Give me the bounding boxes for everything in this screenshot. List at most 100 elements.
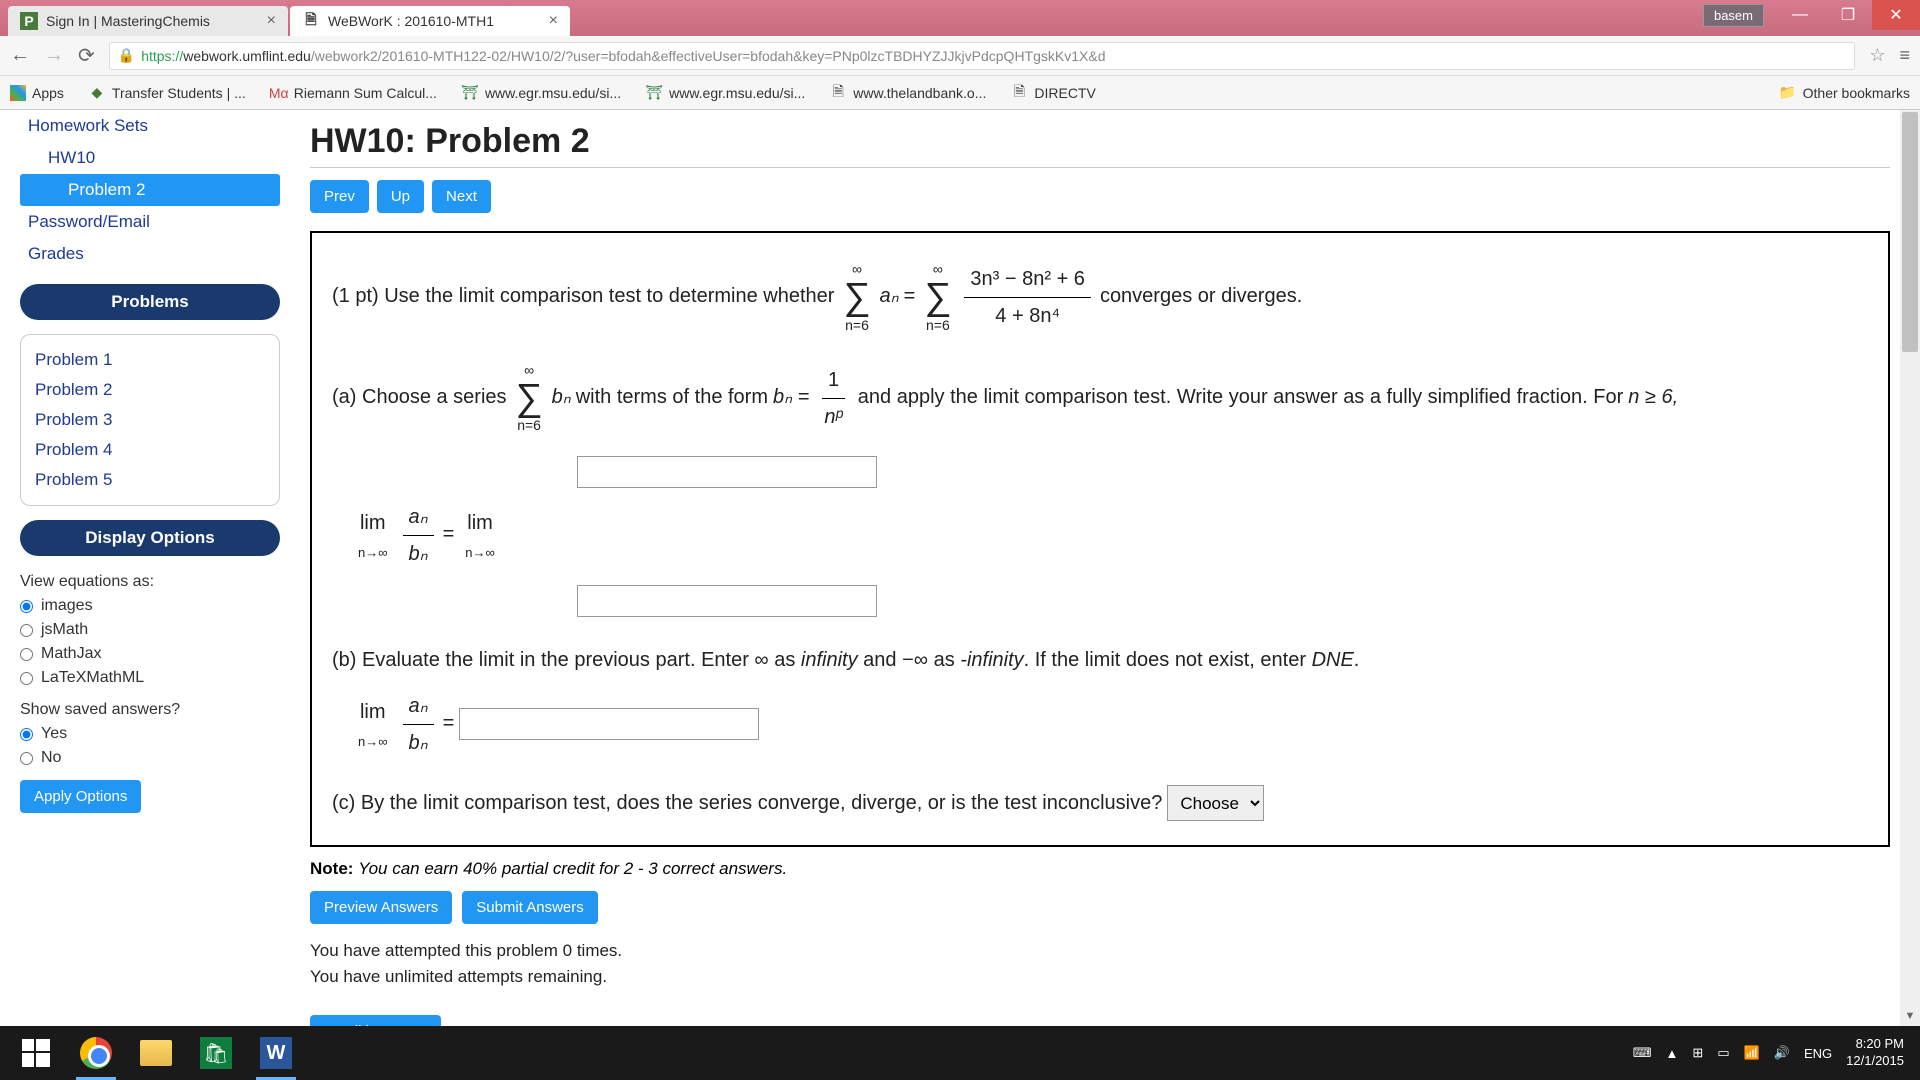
attempts-info: You have attempted this problem 0 times.… xyxy=(310,938,1890,989)
scroll-down-icon[interactable]: ▼ xyxy=(1900,1006,1920,1026)
convergence-select[interactable]: Choose xyxy=(1167,785,1264,821)
sidebar-password-email[interactable]: Password/Email xyxy=(20,206,280,238)
url-protocol: https:// xyxy=(141,48,183,64)
taskbar-word[interactable]: W xyxy=(246,1026,306,1080)
action-center-icon[interactable]: ⊞ xyxy=(1692,1045,1703,1061)
start-button[interactable] xyxy=(6,1026,66,1080)
user-badge[interactable]: basem xyxy=(1703,4,1764,27)
browser-tab-active[interactable]: 🗎 WeBWorK : 201610-MTH1 × xyxy=(290,6,570,36)
lock-icon: 🔒 xyxy=(118,47,135,64)
apps-icon xyxy=(10,85,26,101)
prev-button[interactable]: Prev xyxy=(310,180,369,213)
back-button[interactable]: ← xyxy=(10,44,30,67)
forward-button[interactable]: → xyxy=(44,44,64,67)
bookmark-item[interactable]: 🗎DIRECTV xyxy=(1010,84,1095,102)
clock[interactable]: 8:20 PM12/1/2015 xyxy=(1846,1036,1904,1070)
apply-options-button[interactable]: Apply Options xyxy=(20,780,141,813)
bookmark-bar: Apps ◆Transfer Students | ... MαRiemann … xyxy=(0,76,1920,110)
problem-link-2[interactable]: Problem 2 xyxy=(35,375,265,405)
bookmark-icon: ⛩ xyxy=(645,84,663,102)
sidebar-problem2-active[interactable]: Problem 2 xyxy=(20,174,280,206)
bookmark-item[interactable]: ⛩www.egr.msu.edu/si... xyxy=(461,84,621,102)
radio-input[interactable] xyxy=(20,728,33,741)
close-window-button[interactable]: ✕ xyxy=(1872,0,1920,30)
sidebar: Homework Sets HW10 Problem 2 Password/Em… xyxy=(0,110,300,1026)
maximize-button[interactable]: ❐ xyxy=(1824,0,1872,30)
next-button[interactable]: Next xyxy=(432,180,491,213)
close-icon[interactable]: × xyxy=(549,12,558,30)
preview-answers-button[interactable]: Preview Answers xyxy=(310,891,452,924)
sidebar-homework-sets[interactable]: Homework Sets xyxy=(20,110,280,142)
url-input[interactable]: 🔒 https://webwork.umflint.edu/webwork2/2… xyxy=(109,42,1856,70)
problem-link-5[interactable]: Problem 5 xyxy=(35,465,265,495)
favicon-p-icon: P xyxy=(20,12,38,30)
fraction: aₙbₙ xyxy=(403,688,434,761)
reload-button[interactable]: ⟳ xyxy=(78,43,95,68)
address-bar: ← → ⟳ 🔒 https://webwork.umflint.edu/webw… xyxy=(0,36,1920,76)
radio-input[interactable] xyxy=(20,600,33,613)
bookmark-icon: ◆ xyxy=(88,84,106,102)
scroll-thumb[interactable] xyxy=(1902,112,1918,352)
radio-no[interactable]: No xyxy=(20,746,280,770)
radio-input[interactable] xyxy=(20,672,33,685)
minimize-button[interactable]: — xyxy=(1776,0,1824,30)
up-button[interactable]: Up xyxy=(377,180,424,213)
close-icon[interactable]: × xyxy=(267,12,276,30)
bookmark-item[interactable]: ◆Transfer Students | ... xyxy=(88,84,246,102)
sidebar-hw10[interactable]: HW10 xyxy=(20,142,280,174)
volume-icon[interactable]: 🔊 xyxy=(1774,1045,1790,1061)
sidebar-grades[interactable]: Grades xyxy=(20,238,280,270)
radio-jsmath[interactable]: jsMath xyxy=(20,618,280,642)
taskbar-chrome[interactable] xyxy=(66,1026,126,1080)
display-options-header: Display Options xyxy=(20,520,280,556)
other-bookmarks[interactable]: 📁Other bookmarks xyxy=(1779,84,1910,102)
battery-icon[interactable]: ▭ xyxy=(1717,1045,1729,1061)
bookmark-item[interactable]: MαRiemann Sum Calcul... xyxy=(270,84,437,102)
q-intro: (1 pt) Use the limit comparison test to … xyxy=(332,285,834,307)
tab-title: Sign In | MasteringChemis xyxy=(46,13,210,29)
submit-answers-button[interactable]: Submit Answers xyxy=(462,891,598,924)
bookmark-icon: 🗎 xyxy=(829,84,847,102)
menu-icon[interactable]: ≡ xyxy=(1899,45,1910,66)
show-saved-label: Show saved answers? xyxy=(20,698,280,722)
bookmark-icon: Mα xyxy=(270,84,288,102)
problems-box: Problem 1 Problem 2 Problem 3 Problem 4 … xyxy=(20,334,280,506)
language-indicator[interactable]: ENG xyxy=(1804,1046,1832,1061)
tab-title: WeBWorK : 201610-MTH1 xyxy=(328,13,494,29)
bookmark-item[interactable]: ⛩www.egr.msu.edu/si... xyxy=(645,84,805,102)
radio-input[interactable] xyxy=(20,624,33,637)
problems-header: Problems xyxy=(20,284,280,320)
browser-tab-inactive[interactable]: P Sign In | MasteringChemis × xyxy=(8,6,288,36)
taskbar: 🛍 W ⌨ ▲ ⊞ ▭ 📶 🔊 ENG 8:20 PM12/1/2015 xyxy=(0,1026,1920,1080)
answer-input-numerator[interactable] xyxy=(577,456,877,488)
radio-latexmathml[interactable]: LaTeXMathML xyxy=(20,666,280,690)
system-tray: ⌨ ▲ ⊞ ▭ 📶 🔊 ENG 8:20 PM12/1/2015 xyxy=(1633,1036,1914,1070)
sum-symbol: ∞∑n=6 xyxy=(516,358,543,439)
bookmark-item[interactable]: 🗎www.thelandbank.o... xyxy=(829,84,986,102)
store-icon: 🛍 xyxy=(200,1037,232,1069)
apps-button[interactable]: Apps xyxy=(10,85,64,101)
answer-input-denominator[interactable] xyxy=(577,585,877,617)
radio-input[interactable] xyxy=(20,648,33,661)
problem-link-1[interactable]: Problem 1 xyxy=(35,345,265,375)
taskbar-store[interactable]: 🛍 xyxy=(186,1026,246,1080)
radio-input[interactable] xyxy=(20,752,33,765)
tray-chevron-icon[interactable]: ▲ xyxy=(1666,1046,1679,1061)
bookmark-star-icon[interactable]: ☆ xyxy=(1869,45,1885,66)
radio-mathjax[interactable]: MathJax xyxy=(20,642,280,666)
favicon-page-icon: 🗎 xyxy=(302,12,320,30)
answer-input-limit[interactable] xyxy=(459,708,759,740)
scrollbar[interactable]: ▲ ▼ xyxy=(1900,110,1920,1026)
radio-images[interactable]: images xyxy=(20,594,280,618)
taskbar-explorer[interactable] xyxy=(126,1026,186,1080)
keyboard-icon[interactable]: ⌨ xyxy=(1633,1045,1652,1061)
problem-link-4[interactable]: Problem 4 xyxy=(35,435,265,465)
limit: limn→∞ xyxy=(358,505,388,564)
fraction: 1nᵖ xyxy=(818,362,848,435)
network-icon[interactable]: 📶 xyxy=(1744,1045,1760,1061)
problem-link-3[interactable]: Problem 3 xyxy=(35,405,265,435)
bookmark-icon: ⛩ xyxy=(461,84,479,102)
radio-yes[interactable]: Yes xyxy=(20,722,280,746)
email-instructor-button[interactable]: Email instructor xyxy=(310,1015,441,1026)
folder-icon xyxy=(140,1040,172,1066)
